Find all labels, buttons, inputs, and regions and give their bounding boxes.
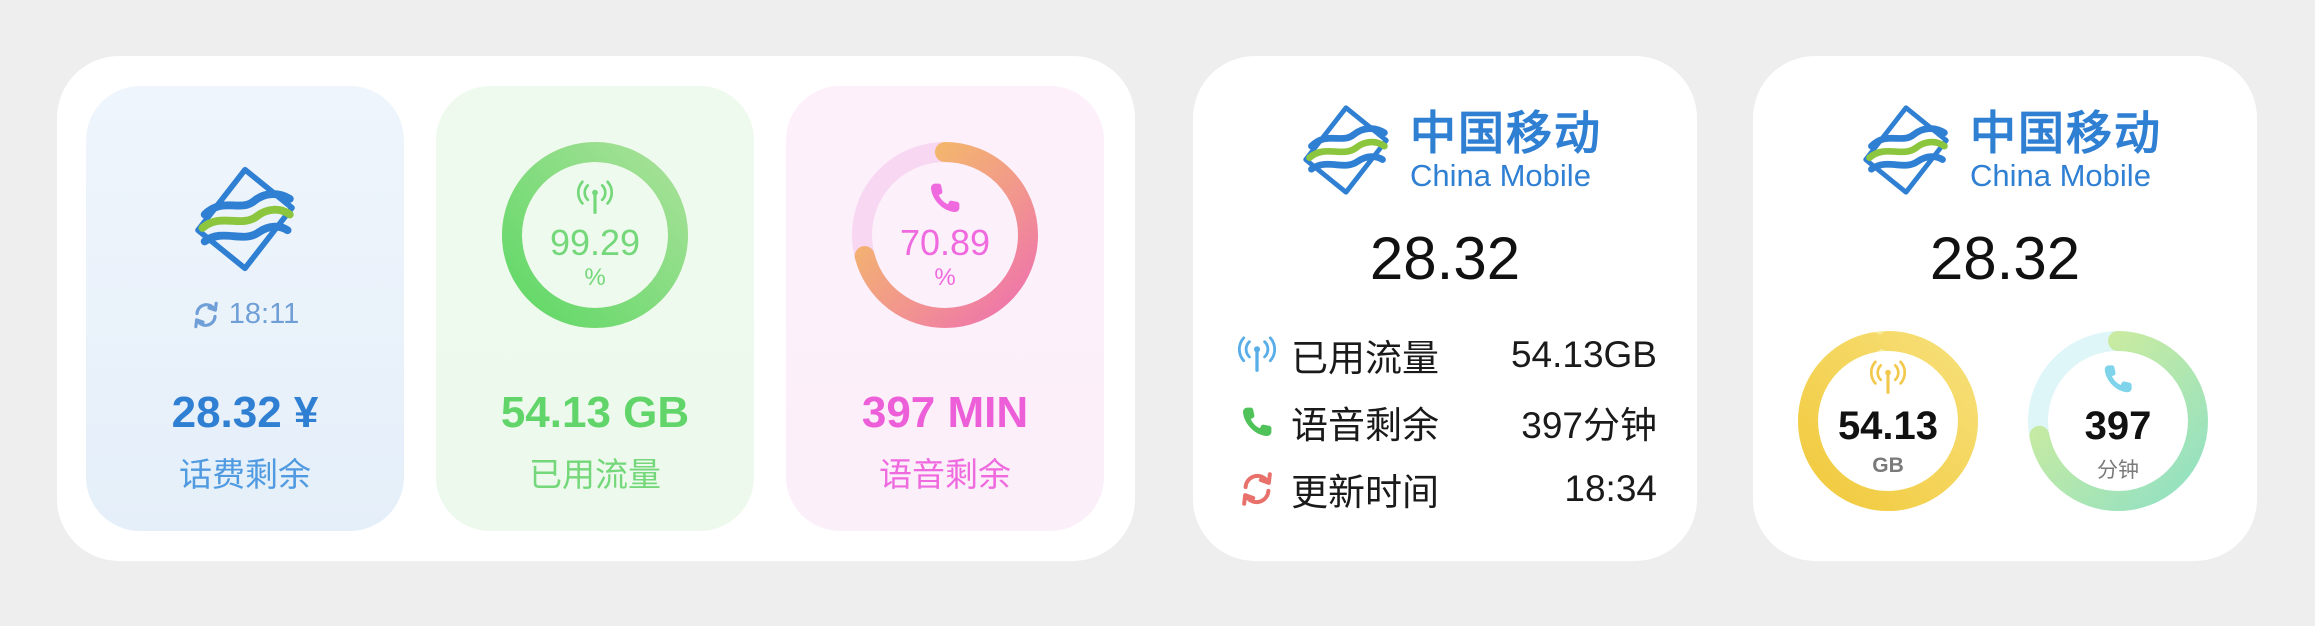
voice-remaining-percent-unit: %: [934, 264, 956, 291]
brand-name-en: China Mobile: [1410, 158, 1591, 193]
brand-header: 中国移动 China Mobile: [1858, 102, 2162, 198]
china-mobile-logo: [1298, 102, 1394, 198]
signal-tower-icon: [1870, 360, 1906, 396]
balance-value: 28.32 ¥: [171, 388, 319, 437]
signal-tower-icon: [1238, 336, 1276, 374]
balance-tile[interactable]: 18:11 28.32 ¥ 话费剩余: [86, 86, 404, 531]
data-usage-tile[interactable]: 99.29 % 54.13 GB 已用流量: [436, 86, 754, 531]
data-ring-unit: GB: [1872, 454, 1904, 477]
china-mobile-logo: [1858, 102, 1954, 198]
voice-remaining-value: 397 MIN: [861, 388, 1029, 437]
brand-header: 中国移动 China Mobile: [1298, 102, 1602, 198]
brand-name-en: China Mobile: [1970, 158, 2151, 193]
info-row-updated: 更新时间 18:34: [1237, 464, 1657, 514]
voice-ring: 397 分钟: [2027, 330, 2209, 512]
data-usage-label: 已用流量: [529, 456, 661, 493]
voice-ring-value: 397: [2084, 404, 2152, 448]
info-label-voice: 语音剩余: [1291, 405, 1439, 446]
data-usage-percent: 99.29: [549, 222, 641, 263]
data-ring: 54.13 GB: [1797, 330, 1979, 512]
brand-name-cn: 中国移动: [1410, 107, 1602, 159]
brand-name-cn: 中国移动: [1970, 107, 2162, 159]
info-label-data: 已用流量: [1291, 338, 1439, 379]
data-usage-ring: 99.29 %: [500, 140, 690, 330]
update-time-row: 18:11: [86, 298, 404, 331]
phone-icon: [2101, 362, 2135, 396]
refresh-icon: [191, 300, 221, 330]
small-widget[interactable]: 中国移动 China Mobile 28.32 54.13 GB 397 分钟: [1753, 56, 2257, 561]
large-widget[interactable]: 18:11 28.32 ¥ 话费剩余 99.29 % 54.13 GB 已用流量…: [57, 56, 1135, 561]
update-time: 18:11: [228, 298, 300, 330]
phone-icon: [927, 180, 963, 216]
data-usage-value: 54.13 GB: [500, 388, 690, 437]
phone-icon: [1239, 404, 1275, 440]
voice-remaining-tile[interactable]: 70.89 % 397 MIN 语音剩余: [786, 86, 1104, 531]
balance-amount: 28.32: [1369, 225, 1521, 292]
balance-label: 话费剩余: [179, 456, 311, 493]
signal-tower-icon: [577, 180, 613, 216]
voice-remaining-ring: 70.89 %: [850, 140, 1040, 330]
info-label-updated: 更新时间: [1291, 472, 1439, 513]
medium-widget[interactable]: 中国移动 China Mobile 28.32 已用流量 54.13GB 语音剩…: [1193, 56, 1697, 561]
voice-ring-unit: 分钟: [2097, 459, 2139, 482]
voice-remaining-label: 语音剩余: [879, 456, 1011, 493]
info-value-voice: 397分钟: [1521, 405, 1657, 446]
data-usage-percent-unit: %: [584, 264, 606, 291]
info-row-data: 已用流量 54.13GB: [1237, 330, 1657, 380]
data-ring-value: 54.13: [1837, 404, 1939, 448]
voice-remaining-percent: 70.89: [899, 222, 991, 263]
info-value-updated: 18:34: [1564, 468, 1657, 509]
info-value-data: 54.13GB: [1510, 334, 1657, 375]
balance-amount: 28.32: [1929, 225, 2081, 292]
refresh-icon: [1238, 470, 1276, 508]
china-mobile-logo: [189, 163, 301, 275]
info-row-voice: 语音剩余 397分钟: [1237, 397, 1657, 447]
